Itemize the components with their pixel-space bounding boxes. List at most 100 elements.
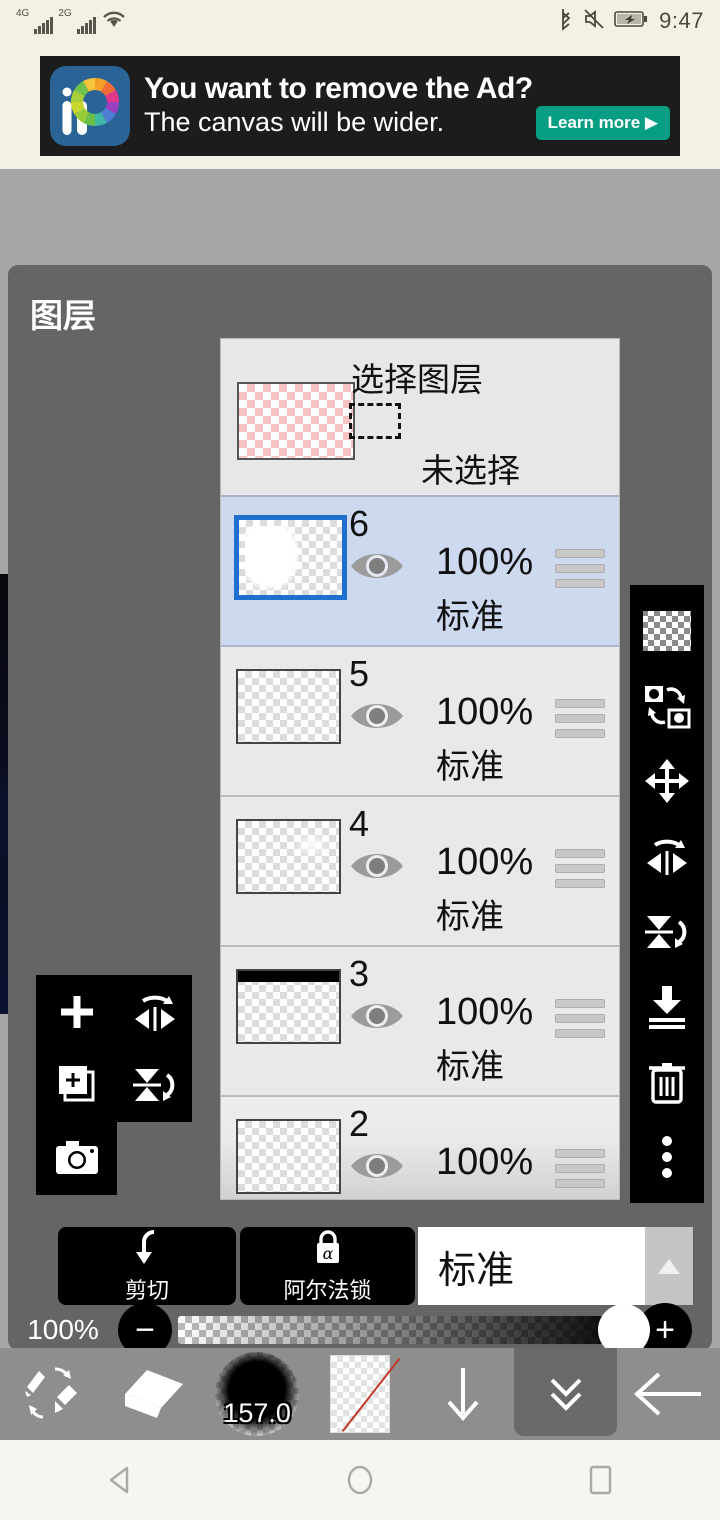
selection-thumbnail[interactable]: [237, 382, 355, 460]
flip-horizontal-button[interactable]: [638, 825, 696, 887]
ad-subline-row: The canvas will be wider. Learn more ▶: [144, 105, 670, 140]
layer-drag-handle[interactable]: [555, 699, 605, 744]
eye-icon[interactable]: [349, 697, 405, 740]
layer-opacity: 100%: [436, 841, 534, 883]
eye-icon[interactable]: [349, 1147, 405, 1190]
signal-bars-2: [76, 16, 96, 34]
android-recents-button[interactable]: [540, 1440, 660, 1520]
bottom-toolbar: 157.0: [0, 1348, 720, 1440]
merge-down-button[interactable]: [638, 976, 696, 1038]
svg-text:α: α: [322, 1244, 333, 1263]
ad-subline: The canvas will be wider.: [144, 107, 445, 137]
layer-number: 3: [349, 953, 370, 994]
clipping-label: 剪切: [124, 1277, 169, 1303]
learn-more-button[interactable]: Learn more ▶: [535, 105, 670, 140]
ad-banner[interactable]: You want to remove the Ad? The canvas wi…: [0, 42, 720, 169]
flip-vertical-button[interactable]: [117, 1048, 192, 1121]
flip-horizontal-button[interactable]: [117, 975, 192, 1048]
left-tool-cluster-column2: [117, 975, 192, 1122]
table-row[interactable]: 5 100% 标准: [221, 647, 619, 797]
collapse-panel-button[interactable]: [514, 1348, 618, 1436]
volume-mute-icon: [583, 8, 605, 35]
layer-number: 4: [349, 803, 370, 844]
not-selected-label: 未选择: [421, 452, 520, 489]
alpha-lock-label: 阿尔法锁: [283, 1277, 372, 1303]
layer-number: 6: [349, 503, 370, 544]
table-row[interactable]: 3 100% 标准: [221, 947, 619, 1097]
layer-thumbnail[interactable]: [236, 819, 341, 894]
move-layer-button[interactable]: [638, 750, 696, 812]
layer-list-header[interactable]: 选择图层 未选择: [221, 339, 619, 497]
layer-drag-handle[interactable]: [555, 999, 605, 1044]
layer-blend-mode: 标准: [436, 748, 504, 786]
android-back-button[interactable]: [60, 1440, 180, 1520]
wifi-icon: [101, 9, 127, 34]
clipping-button[interactable]: 剪切: [58, 1227, 236, 1305]
layer-blend-mode: 标准: [436, 598, 504, 636]
layer-thumbnail[interactable]: [234, 515, 347, 600]
layer-number: 5: [349, 653, 370, 694]
opacity-slider-row[interactable]: 100% − +: [8, 1303, 712, 1357]
transparency-button[interactable]: [638, 600, 696, 662]
layer-thumbnail[interactable]: [236, 1119, 341, 1194]
ad-content[interactable]: You want to remove the Ad? The canvas wi…: [40, 55, 680, 156]
right-toolbar: [630, 585, 704, 1203]
alpha-lock-icon: α: [311, 1228, 345, 1271]
transparent-color-icon: [330, 1355, 390, 1433]
eye-icon[interactable]: [349, 997, 405, 1040]
opacity-slider-track[interactable]: [178, 1304, 650, 1356]
brush-eraser-swap-button[interactable]: [0, 1348, 103, 1440]
left-tool-cluster: [36, 975, 117, 1195]
layer-panel-controls: 剪切 α 阿尔法锁 标准 100% − +: [8, 1210, 712, 1357]
layer-opacity: 100%: [436, 691, 534, 733]
swap-layers-button[interactable]: [638, 675, 696, 737]
network-label-2g: 2G: [58, 7, 72, 19]
bluetooth-icon: [558, 7, 574, 36]
ad-text: You want to remove the Ad? The canvas wi…: [144, 72, 670, 140]
android-home-button[interactable]: [300, 1440, 420, 1520]
layer-number: 2: [349, 1103, 370, 1144]
eye-icon[interactable]: [349, 847, 405, 890]
signal-bars-1: [34, 16, 54, 34]
battery-charging-icon: [614, 9, 650, 34]
table-row[interactable]: 2 100%: [221, 1097, 619, 1199]
layer-list-popup[interactable]: 选择图层 未选择 6 100% 标准 5 100% 标准 4 100% 标准 3…: [220, 338, 620, 1200]
layer-thumbnail[interactable]: [236, 669, 341, 744]
table-row[interactable]: 4 100% 标准: [221, 797, 619, 947]
back-button[interactable]: [617, 1348, 720, 1440]
network-label-4g: 4G: [16, 7, 30, 19]
alpha-lock-button[interactable]: α 阿尔法锁: [240, 1227, 415, 1305]
duplicate-layer-button[interactable]: [36, 1048, 117, 1121]
blend-mode-value: 标准: [438, 1249, 515, 1292]
triangle-up-icon[interactable]: [645, 1227, 693, 1305]
opacity-value: 100%: [27, 1314, 99, 1345]
layer-blend-mode: 标准: [436, 898, 504, 936]
layer-thumbnail[interactable]: [236, 969, 341, 1044]
layer-drag-handle[interactable]: [555, 1149, 605, 1194]
download-button[interactable]: [411, 1348, 514, 1440]
ad-headline: You want to remove the Ad?: [144, 71, 533, 105]
add-layer-button[interactable]: [36, 975, 117, 1048]
clipping-arrow-icon: [129, 1228, 165, 1271]
layer-opacity: 100%: [436, 541, 534, 583]
more-options-button[interactable]: [638, 1126, 696, 1188]
layer-opacity: 100%: [436, 991, 534, 1033]
layer-drag-handle[interactable]: [555, 849, 605, 894]
brush-size-icon: 157.0: [215, 1352, 300, 1436]
select-layer-label: 选择图层: [351, 361, 483, 398]
brush-size-value: 157.0: [223, 1398, 291, 1428]
layer-drag-handle[interactable]: [555, 549, 605, 594]
camera-import-button[interactable]: [36, 1121, 117, 1194]
eraser-button[interactable]: [103, 1348, 206, 1440]
layer-opacity: 100%: [436, 1141, 534, 1183]
blend-mode-dropdown[interactable]: 标准: [418, 1227, 693, 1305]
table-row[interactable]: 6 100% 标准: [221, 497, 619, 647]
delete-layer-button[interactable]: [638, 1051, 696, 1113]
brush-size-button[interactable]: 157.0: [206, 1348, 309, 1440]
ibispaint-logo: [50, 65, 130, 146]
android-navigation-bar: [0, 1440, 720, 1520]
page-title: 图层: [30, 297, 96, 334]
eye-icon[interactable]: [349, 547, 405, 590]
flip-vertical-button[interactable]: [638, 901, 696, 963]
color-swatch-button[interactable]: [309, 1348, 412, 1440]
